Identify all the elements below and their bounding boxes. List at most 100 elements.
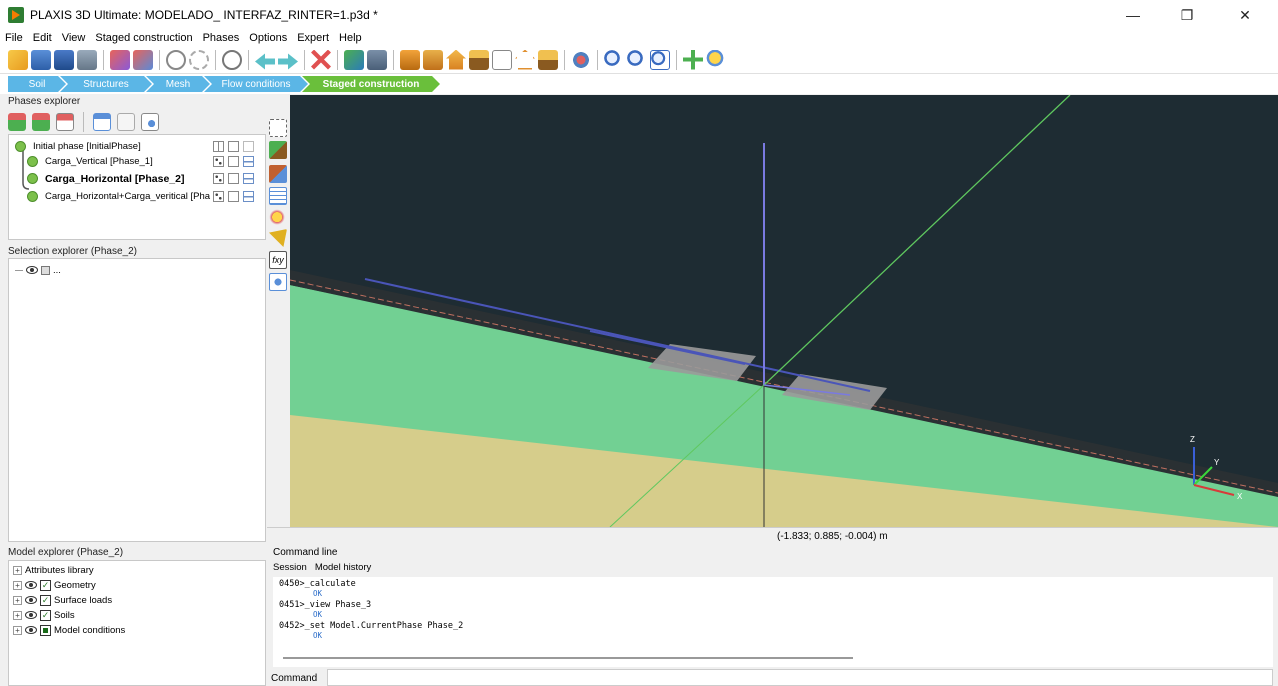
tab-mesh[interactable]: Mesh (146, 76, 210, 92)
unlink-icon[interactable] (189, 49, 209, 70)
function-icon[interactable]: fxy (269, 251, 287, 269)
tree-item-soils[interactable]: + ✓ Soils (13, 608, 75, 622)
pore-pressure-icon[interactable] (243, 156, 254, 167)
checkbox-icon[interactable] (40, 624, 51, 636)
preview-phase-icon[interactable] (141, 113, 159, 131)
tree-item-geometry[interactable]: + ✓ Geometry (13, 578, 96, 592)
pore-pressure-icon[interactable] (243, 141, 254, 152)
select-rectangle-icon[interactable] (269, 119, 287, 137)
print-icon[interactable] (367, 49, 387, 70)
measure-icon[interactable] (269, 229, 287, 247)
export-geometry-icon[interactable] (133, 49, 153, 70)
restore-button[interactable]: ❐ (1164, 0, 1210, 30)
expand-icon[interactable]: + (13, 610, 22, 620)
select-cursor-icon[interactable] (272, 100, 284, 117)
calc-type-icon[interactable] (213, 173, 224, 184)
open-project-icon[interactable] (31, 49, 51, 70)
eye-icon[interactable] (25, 596, 37, 604)
menu-phases[interactable]: Phases (198, 32, 245, 44)
light-bulb-icon[interactable] (706, 49, 726, 70)
delete-icon[interactable] (311, 49, 331, 70)
zoom-in-icon[interactable] (604, 49, 624, 70)
model-view-canvas[interactable]: Z Y X (290, 95, 1278, 527)
3d-viewport[interactable]: Z Y X (290, 95, 1278, 527)
expand-icon[interactable]: + (13, 580, 22, 590)
save-as-icon[interactable] (77, 49, 97, 70)
eye-icon[interactable] (25, 581, 37, 589)
eye-icon[interactable] (25, 626, 37, 634)
slab-icon[interactable] (538, 49, 558, 70)
house-icon[interactable] (446, 49, 466, 70)
report-icon[interactable] (344, 49, 364, 70)
calc-type-icon[interactable] (213, 156, 224, 167)
checkbox-icon[interactable]: ✓ (40, 594, 51, 606)
selection-item[interactable]: ... (15, 263, 61, 277)
pore-pressure-icon[interactable] (243, 173, 254, 184)
query-icon[interactable] (269, 209, 287, 227)
zoom-window-icon[interactable] (650, 49, 670, 70)
copy-phase-icon[interactable] (117, 113, 135, 131)
tab-flow-conditions[interactable]: Flow conditions (204, 76, 308, 92)
menu-staged-construction[interactable]: Staged construction (90, 32, 197, 44)
view-zoom-icon[interactable] (269, 273, 287, 291)
phase-row-3[interactable]: Carga_Horizontal+Carga_veritical [Pha (27, 189, 215, 204)
copyright-icon[interactable] (222, 49, 242, 70)
menu-help[interactable]: Help (334, 32, 367, 44)
deactivate-icon[interactable] (269, 165, 287, 183)
tree-item-attributes-library[interactable]: + Attributes library (13, 563, 94, 577)
wall-icon[interactable] (492, 49, 512, 70)
loading-type-icon[interactable] (228, 191, 239, 202)
import-geometry-icon[interactable] (110, 49, 130, 70)
phase-row-2-selected[interactable]: Carga_Horizontal [Phase_2] (27, 171, 184, 186)
menu-edit[interactable]: Edit (28, 32, 57, 44)
expand-icon[interactable]: + (13, 565, 22, 575)
view-options-icon[interactable] (400, 49, 420, 70)
loading-type-icon[interactable] (228, 141, 239, 152)
link-icon[interactable] (166, 49, 186, 70)
eye-icon[interactable] (26, 266, 38, 274)
zoom-out-icon[interactable] (627, 49, 647, 70)
insert-phase-icon[interactable] (32, 113, 50, 131)
menu-file[interactable]: File (0, 32, 28, 44)
edit-phase-icon[interactable] (93, 113, 111, 131)
undo-icon[interactable] (255, 53, 275, 70)
tree-item-model-conditions[interactable]: + Model conditions (13, 623, 125, 637)
delete-phase-icon[interactable] (56, 113, 74, 131)
redo-icon[interactable] (278, 53, 298, 70)
eye-icon[interactable] (25, 611, 37, 619)
horizontal-scrollbar[interactable] (283, 657, 853, 659)
tab-staged-construction[interactable]: Staged construction (302, 76, 440, 92)
minimize-button[interactable]: — (1110, 0, 1156, 30)
roof-icon[interactable] (469, 49, 489, 70)
door-icon[interactable] (423, 49, 443, 70)
loading-type-icon[interactable] (228, 173, 239, 184)
checkbox-icon[interactable]: ✓ (40, 579, 51, 591)
tab-soil[interactable]: Soil (8, 76, 66, 92)
phase-row-initial[interactable]: Initial phase [InitialPhase] (15, 139, 141, 154)
calc-type-icon[interactable] (213, 191, 224, 202)
tab-structures[interactable]: Structures (60, 76, 152, 92)
loading-type-icon[interactable] (228, 156, 239, 167)
new-project-icon[interactable] (8, 49, 28, 70)
pan-icon[interactable] (683, 49, 703, 70)
checkbox-icon[interactable]: ✓ (40, 609, 51, 621)
expand-icon[interactable]: + (13, 625, 22, 635)
house-outline-icon[interactable] (515, 49, 535, 70)
rotate-view-icon[interactable] (571, 49, 591, 70)
menu-view[interactable]: View (57, 32, 91, 44)
tree-item-surface-loads[interactable]: + ✓ Surface loads (13, 593, 112, 607)
tab-model-history[interactable]: Model history (315, 562, 372, 573)
calc-type-icon[interactable] (213, 141, 224, 152)
activate-icon[interactable] (269, 141, 287, 159)
expand-icon[interactable]: + (13, 595, 22, 605)
menu-options[interactable]: Options (244, 32, 292, 44)
add-phase-icon[interactable] (8, 113, 26, 131)
tab-session[interactable]: Session (273, 562, 307, 573)
command-input[interactable] (327, 669, 1273, 686)
table-icon[interactable] (269, 187, 287, 205)
pore-pressure-icon[interactable] (243, 191, 254, 202)
phase-row-1[interactable]: Carga_Vertical [Phase_1] (27, 154, 153, 169)
save-project-icon[interactable] (54, 49, 74, 70)
menu-expert[interactable]: Expert (292, 32, 334, 44)
close-button[interactable]: ✕ (1222, 0, 1268, 30)
